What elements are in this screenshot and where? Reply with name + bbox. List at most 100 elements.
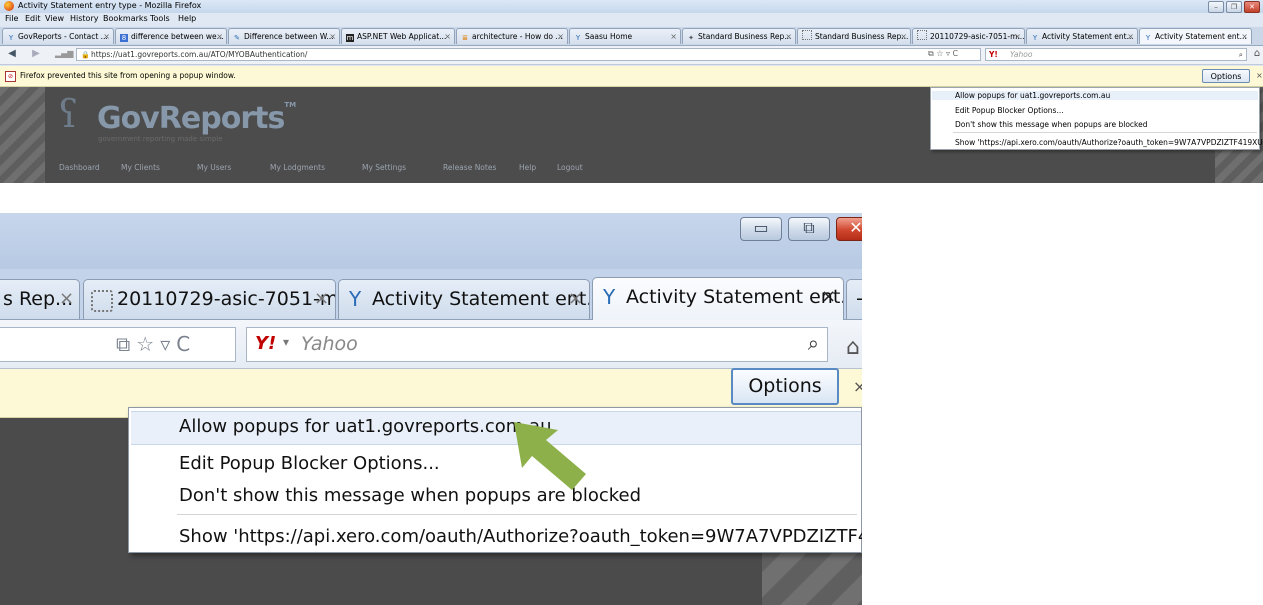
- tab-label: GovReports - Contact ...: [18, 32, 108, 41]
- menu-bar: File Edit View History Bookmarks Tools H…: [0, 13, 1263, 26]
- notification-close-icon[interactable]: ×: [1256, 71, 1263, 80]
- tab-active[interactable]: Y Activity Statement ent... ×: [1139, 28, 1252, 44]
- plus-icon: +: [855, 280, 862, 318]
- tab-close-icon[interactable]: ×: [329, 29, 336, 44]
- menu-item-allow-popups[interactable]: Allow popups for uat1.govreports.com.au: [932, 91, 1258, 100]
- y-icon: Y: [8, 34, 14, 42]
- menu-item-edit-popup-options[interactable]: Edit Popup Blocker Options...: [955, 106, 1064, 115]
- y-icon: Y: [1032, 34, 1038, 42]
- tab-label: Activity Statement ent...: [1042, 32, 1134, 41]
- tab-close-icon[interactable]: ×: [821, 278, 836, 316]
- tab-label: 20110729-asic-7051-m...: [930, 32, 1025, 41]
- tab-close-icon[interactable]: ×: [568, 280, 583, 318]
- tab[interactable]: Y GovReports - Contact ... ×: [2, 28, 114, 44]
- history-dropdown-icon[interactable]: ▿: [946, 49, 950, 58]
- y-icon: Y: [603, 285, 616, 309]
- site-nav-help[interactable]: Help: [519, 163, 536, 172]
- menu-help[interactable]: Help: [178, 14, 196, 23]
- site-logo[interactable]: GovReportsTM: [97, 101, 296, 136]
- site-nav-logout[interactable]: Logout: [557, 163, 583, 172]
- window-title: Activity Statement entry type - Mozilla …: [18, 1, 202, 10]
- search-icon[interactable]: ⌕: [808, 331, 819, 355]
- menu-view[interactable]: View: [45, 14, 64, 23]
- options-button[interactable]: Options: [731, 368, 839, 405]
- tab[interactable]: 20110729-asic-7051-m... ×: [912, 28, 1025, 44]
- notification-close-icon[interactable]: ×: [853, 377, 862, 396]
- search-input[interactable]: Y! ▾ Yahoo ⌕: [246, 327, 828, 362]
- reload-icon[interactable]: C: [176, 332, 196, 356]
- menu-file[interactable]: File: [5, 14, 18, 23]
- forward-icon[interactable]: ▶: [30, 48, 42, 60]
- tab-close-icon[interactable]: ×: [1241, 29, 1248, 44]
- site-nav-release-notes[interactable]: Release Notes: [443, 163, 496, 172]
- tab-close-icon[interactable]: ×: [1127, 29, 1134, 44]
- menu-edit[interactable]: Edit: [25, 14, 41, 23]
- tab[interactable]: 20110729-asic-7051-m... ×: [83, 279, 336, 319]
- site-nav-my-settings[interactable]: My Settings: [362, 163, 406, 172]
- minimize-button[interactable]: ▭: [740, 217, 782, 241]
- reload-icon[interactable]: C: [953, 49, 959, 58]
- bookmark-star-icon[interactable]: ☆: [136, 332, 160, 356]
- yahoo-logo-icon[interactable]: Y!: [989, 49, 998, 60]
- title-bar: Activity Statement entry type - Mozilla …: [0, 0, 1263, 13]
- tab-close-icon[interactable]: ×: [670, 29, 677, 44]
- tab[interactable]: ✦ Standard Business Rep... ×: [682, 28, 796, 44]
- search-input[interactable]: Y! Yahoo ⌕: [985, 48, 1247, 61]
- home-icon[interactable]: ⌂: [1251, 48, 1263, 60]
- menu-item-show-popup[interactable]: Show 'https://api.xero.com/oauth/Authori…: [955, 138, 1263, 147]
- minimize-button[interactable]: –: [1208, 1, 1224, 13]
- tab-close-icon[interactable]: ×: [557, 29, 564, 44]
- url-bar[interactable]: 🔒 https://uat1.govreports.com.au/ATO/MYO…: [76, 48, 981, 61]
- tab[interactable]: ≣ architecture - How do ... ×: [456, 28, 568, 44]
- tab[interactable]: Standard Business Rep... ×: [797, 28, 911, 44]
- site-nav-my-clients[interactable]: My Clients: [121, 163, 160, 172]
- tab[interactable]: Y Saasu Home ×: [569, 28, 681, 44]
- chevron-down-icon[interactable]: ▾: [283, 335, 289, 349]
- site-nav-dashboard[interactable]: Dashboard: [59, 163, 100, 172]
- yahoo-logo-icon[interactable]: Y!: [255, 333, 276, 354]
- tab-strip: Y GovReports - Contact ... × 8 difference b…: [0, 27, 1263, 46]
- menu-history[interactable]: History: [70, 14, 98, 23]
- close-button[interactable]: ✕: [836, 217, 862, 241]
- menu-item-edit-popup-options[interactable]: Edit Popup Blocker Options...: [179, 453, 440, 474]
- menu-item-dont-show[interactable]: Don't show this message when popups are …: [955, 120, 1148, 129]
- tab-close-icon[interactable]: ×: [216, 29, 223, 44]
- options-button[interactable]: Options: [1202, 69, 1250, 83]
- tab-close-icon[interactable]: ×: [900, 29, 907, 44]
- tab[interactable]: s Rep... ×: [0, 279, 80, 319]
- tab[interactable]: 8 difference between we... ×: [115, 28, 227, 44]
- tab-close-icon[interactable]: ×: [785, 29, 792, 44]
- tab[interactable]: Y Activity Statement ent... ×: [338, 279, 590, 319]
- tab-close-icon[interactable]: ×: [1014, 29, 1021, 44]
- close-button[interactable]: ✕: [1244, 1, 1260, 13]
- popup-blocked-notification-bar: ⊘ Firefox prevented this site from openi…: [0, 66, 1263, 87]
- home-icon[interactable]: ⌂: [846, 335, 860, 360]
- menu-bookmarks[interactable]: Bookmarks: [103, 14, 148, 23]
- url-bar[interactable]: ⧉☆▿C: [0, 327, 236, 362]
- tab[interactable]: Y Activity Statement ent... ×: [1026, 28, 1138, 44]
- new-tab-button[interactable]: +: [846, 279, 862, 319]
- back-icon[interactable]: ◀: [6, 48, 18, 60]
- menu-tools[interactable]: Tools: [150, 14, 170, 23]
- tab-close-icon[interactable]: ×: [444, 29, 451, 44]
- notification-text: Firefox prevented this site from opening…: [20, 71, 236, 80]
- restore-button[interactable]: ⧉: [788, 217, 830, 241]
- search-icon[interactable]: ⌕: [1239, 49, 1243, 60]
- history-dropdown-icon[interactable]: ▿: [160, 332, 176, 356]
- menu-item-allow-popups[interactable]: Allow popups for uat1.govreports.com.au: [179, 416, 551, 437]
- tab-active[interactable]: Y Activity Statement ent... ×: [592, 277, 844, 320]
- tab[interactable]: m ASP.NET Web Applicat... ×: [341, 28, 455, 44]
- tab[interactable]: ✎ Difference between W... ×: [228, 28, 340, 44]
- restore-button[interactable]: ❐: [1226, 1, 1242, 13]
- popup-blocked-icon[interactable]: ⧉: [928, 49, 934, 58]
- menu-item-show-popup[interactable]: Show 'https://api.xero.com/oauth/Authori…: [179, 526, 862, 547]
- tab-close-icon[interactable]: ×: [59, 280, 74, 318]
- govreports-logo-icon: ʕ: [58, 92, 79, 136]
- site-nav-my-lodgments[interactable]: My Lodgments: [270, 163, 325, 172]
- site-nav-my-users[interactable]: My Users: [197, 163, 231, 172]
- sbr-icon: ✦: [688, 34, 694, 42]
- tab-close-icon[interactable]: ×: [314, 280, 329, 318]
- popup-blocked-icon[interactable]: ⧉: [116, 332, 136, 356]
- tab-close-icon[interactable]: ×: [103, 29, 110, 44]
- bookmark-star-icon[interactable]: ☆: [936, 49, 943, 58]
